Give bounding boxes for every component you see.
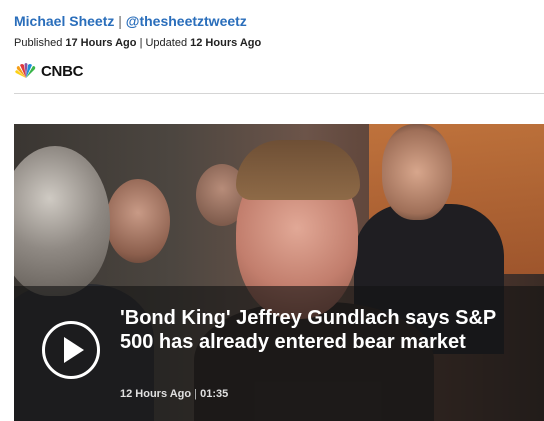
cnbc-logo[interactable]: CNBC [14,62,83,80]
updated-label: Updated [145,37,188,49]
video-title[interactable]: 'Bond King' Jeffrey Gundlach says S&P 50… [120,306,530,354]
author-link[interactable]: Michael Sheetz [14,13,114,29]
timestamps-separator: | [139,37,143,49]
play-button[interactable] [42,321,100,379]
byline-separator: | [118,13,122,29]
video-figure [382,124,452,220]
play-icon [64,337,84,363]
logo-wordmark: CNBC [41,62,84,80]
twitter-handle-link[interactable]: @thesheetztweetz [126,13,247,29]
video-meta-separator: | [194,388,198,400]
article-timestamps: Published 17 Hours Ago | Updated 12 Hour… [14,37,261,49]
video-meta: 12 Hours Ago | 01:35 [120,388,228,400]
divider [14,93,544,94]
video-duration: 01:35 [200,388,229,400]
author-byline: Michael Sheetz | @thesheetztweetz [14,13,247,29]
published-label: Published [14,37,63,49]
published-time: 17 Hours Ago [65,37,137,49]
video-figure [236,140,360,200]
video-age: 12 Hours Ago [120,388,192,400]
peacock-icon [15,63,36,78]
video-figure [14,146,110,296]
updated-time: 12 Hours Ago [190,37,262,49]
video-player[interactable]: 'Bond King' Jeffrey Gundlach says S&P 50… [14,124,544,421]
video-figure [106,179,170,263]
